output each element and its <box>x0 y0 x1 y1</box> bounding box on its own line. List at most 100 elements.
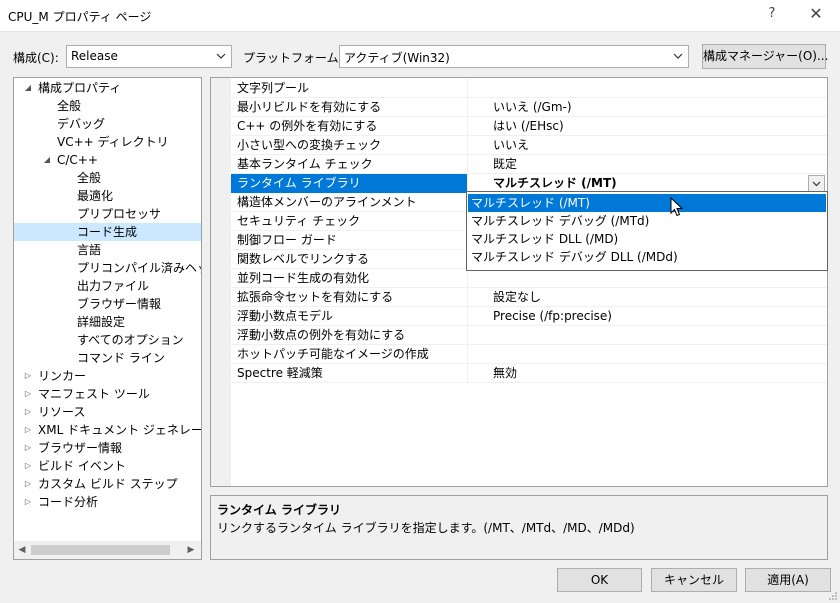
collapsed-arrow-icon[interactable]: ▷ <box>23 475 33 493</box>
property-name: 構造体メンバーのアラインメント <box>237 195 417 209</box>
property-row[interactable]: 浮動小数点モデル Precise (/fp:precise) <box>231 307 827 326</box>
runtime-library-dropdown-button[interactable] <box>808 175 825 192</box>
dropdown-option[interactable]: マルチスレッド DLL (/MD) <box>468 230 826 248</box>
tree-item-label: VC++ ディレクトリ <box>57 135 169 149</box>
title-separator <box>0 31 840 32</box>
config-label: 構成(C): <box>13 51 59 65</box>
grid-gutter <box>211 78 231 486</box>
column-divider <box>467 79 468 98</box>
property-row[interactable]: 最小リビルドを有効にする いいえ (/Gm-) <box>231 98 827 117</box>
property-row[interactable]: 小さい型への変換チェック いいえ <box>231 136 827 155</box>
property-row[interactable]: 浮動小数点の例外を有効にする <box>231 326 827 345</box>
property-row[interactable]: 文字列プール <box>231 79 827 98</box>
ok-button[interactable]: OK <box>557 568 642 592</box>
property-row[interactable]: ホットパッチ可能なイメージの作成 <box>231 345 827 364</box>
scroll-thumb[interactable] <box>31 545 170 555</box>
property-row[interactable]: Spectre 軽減策 無効 <box>231 364 827 383</box>
property-name: 制御フロー ガード <box>237 233 337 247</box>
tree-item-label: マニフェスト ツール <box>38 387 150 401</box>
tree-item-label: XML ドキュメント ジェネレーター <box>38 423 202 437</box>
property-grid[interactable]: 文字列プール 最小リビルドを有効にする いいえ (/Gm-) C++ の例外を有効にす… <box>210 77 828 487</box>
platform-select-value: アクティブ(Win32) <box>344 51 450 65</box>
property-value[interactable]: いいえ (/Gm-) <box>493 98 572 116</box>
chevron-down-icon <box>673 53 683 59</box>
runtime-library-dropdown-list[interactable]: マルチスレッド (/MT) マルチスレッド デバッグ (/MTd) マルチスレッド … <box>466 191 828 271</box>
property-value[interactable]: いいえ <box>493 136 529 154</box>
tree-item-label: ブラウザー情報 <box>38 441 123 455</box>
column-divider <box>467 269 468 288</box>
tree-item-label: リンカー <box>38 369 87 383</box>
collapsed-arrow-icon[interactable]: ▷ <box>23 403 33 421</box>
column-divider <box>467 307 468 326</box>
collapsed-arrow-icon[interactable]: ▷ <box>23 439 33 457</box>
mouse-cursor-icon <box>670 197 684 217</box>
tree-item-label: デバッグ <box>57 117 106 131</box>
property-row[interactable]: 拡張命令セットを有効にする 設定なし <box>231 288 827 307</box>
column-divider <box>467 136 468 155</box>
property-value[interactable]: はい (/EHsc) <box>493 117 564 135</box>
collapsed-arrow-icon[interactable]: ▷ <box>23 493 33 511</box>
property-row[interactable]: 並列コード生成の有効化 <box>231 269 827 288</box>
tree-horizontal-scrollbar[interactable]: ◀ ▶ <box>14 541 201 559</box>
config-manager-button[interactable]: 構成マネージャー(O)... <box>702 44 828 69</box>
property-row[interactable]: C++ の例外を有効にする はい (/EHsc) <box>231 117 827 136</box>
property-name: セキュリティ チェック <box>237 214 361 228</box>
tree-item-label: コマンド ライン <box>77 351 165 365</box>
config-select[interactable]: Release <box>66 45 232 68</box>
collapsed-arrow-icon[interactable]: ▷ <box>23 457 33 475</box>
property-name: 並列コード生成の有効化 <box>237 271 370 285</box>
tree-item-label: 全般 <box>57 99 82 113</box>
tree-item-label: ブラウザー情報 <box>77 297 162 311</box>
tree-item-label: プリプロセッサ <box>77 207 162 221</box>
property-row[interactable]: 基本ランタイム チェック 既定 <box>231 155 827 174</box>
description-title: ランタイム ライブラリ <box>217 503 341 517</box>
collapsed-arrow-icon[interactable]: ▷ <box>23 385 33 403</box>
property-name: 基本ランタイム チェック <box>237 157 373 171</box>
help-button[interactable]: ? <box>762 6 782 26</box>
scroll-left-icon[interactable]: ◀ <box>16 544 28 556</box>
column-divider <box>467 98 468 117</box>
dropdown-option[interactable]: マルチスレッド デバッグ DLL (/MDd) <box>468 248 826 266</box>
column-divider <box>467 117 468 136</box>
collapsed-arrow-icon[interactable]: ▷ <box>23 421 33 439</box>
tree-item-label: 構成プロパティ <box>38 81 122 95</box>
tree-item-label: コード分析 <box>38 495 99 509</box>
property-name: 浮動小数点の例外を有効にする <box>237 328 406 342</box>
close-button[interactable]: ✕ <box>804 4 828 28</box>
property-name: 小さい型への変換チェック <box>237 138 382 152</box>
property-value[interactable]: 既定 <box>493 155 517 173</box>
collapsed-arrow-icon[interactable]: ▷ <box>23 367 33 385</box>
property-name: 最小リビルドを有効にする <box>237 100 382 114</box>
tree-item-label: リソース <box>38 405 86 419</box>
column-divider <box>467 288 468 307</box>
tree-item-label: コード生成 <box>77 225 138 239</box>
tree-item[interactable]: コード生成 <box>14 223 201 241</box>
chevron-down-icon <box>216 53 226 59</box>
property-name: 文字列プール <box>237 81 310 95</box>
expanded-arrow-icon[interactable]: ◢ <box>23 79 33 97</box>
dropdown-option[interactable]: マルチスレッド (/MT) <box>468 194 826 212</box>
tree-item-label: 言語 <box>77 243 102 257</box>
property-name: C++ の例外を有効にする <box>237 119 378 133</box>
property-tree[interactable]: ◢ 構成プロパティ 全般 デバッグ VC++ ディレクトリ ◢ C/C++ 全般 最適化 プリプロ… <box>13 77 202 560</box>
cancel-button[interactable]: キャンセル <box>651 568 737 592</box>
expanded-arrow-icon[interactable]: ◢ <box>42 151 52 169</box>
tree-item-label: 全般 <box>77 171 102 185</box>
tree-item-label: ビルド イベント <box>38 459 126 473</box>
property-value[interactable]: 設定なし <box>493 288 541 306</box>
tree-item-label: 出力ファイル <box>77 279 150 293</box>
property-value[interactable]: Precise (/fp:precise) <box>493 307 612 325</box>
scroll-right-icon[interactable]: ▶ <box>185 544 197 556</box>
column-divider <box>467 326 468 345</box>
property-name: 浮動小数点モデル <box>237 309 334 323</box>
dropdown-option[interactable]: マルチスレッド デバッグ (/MTd) <box>468 212 826 230</box>
tree-item-label: カスタム ビルド ステップ <box>38 477 178 491</box>
property-name: ホットパッチ可能なイメージの作成 <box>237 347 429 361</box>
platform-select[interactable]: アクティブ(Win32) <box>339 45 689 68</box>
property-value[interactable]: 無効 <box>493 364 517 382</box>
column-divider <box>467 345 468 364</box>
resize-grip-icon[interactable] <box>828 591 838 601</box>
apply-button[interactable]: 適用(A) <box>745 568 831 592</box>
tree-item-label: すべてのオプション <box>77 333 184 347</box>
property-value[interactable]: マルチスレッド (/MT) <box>493 174 617 192</box>
